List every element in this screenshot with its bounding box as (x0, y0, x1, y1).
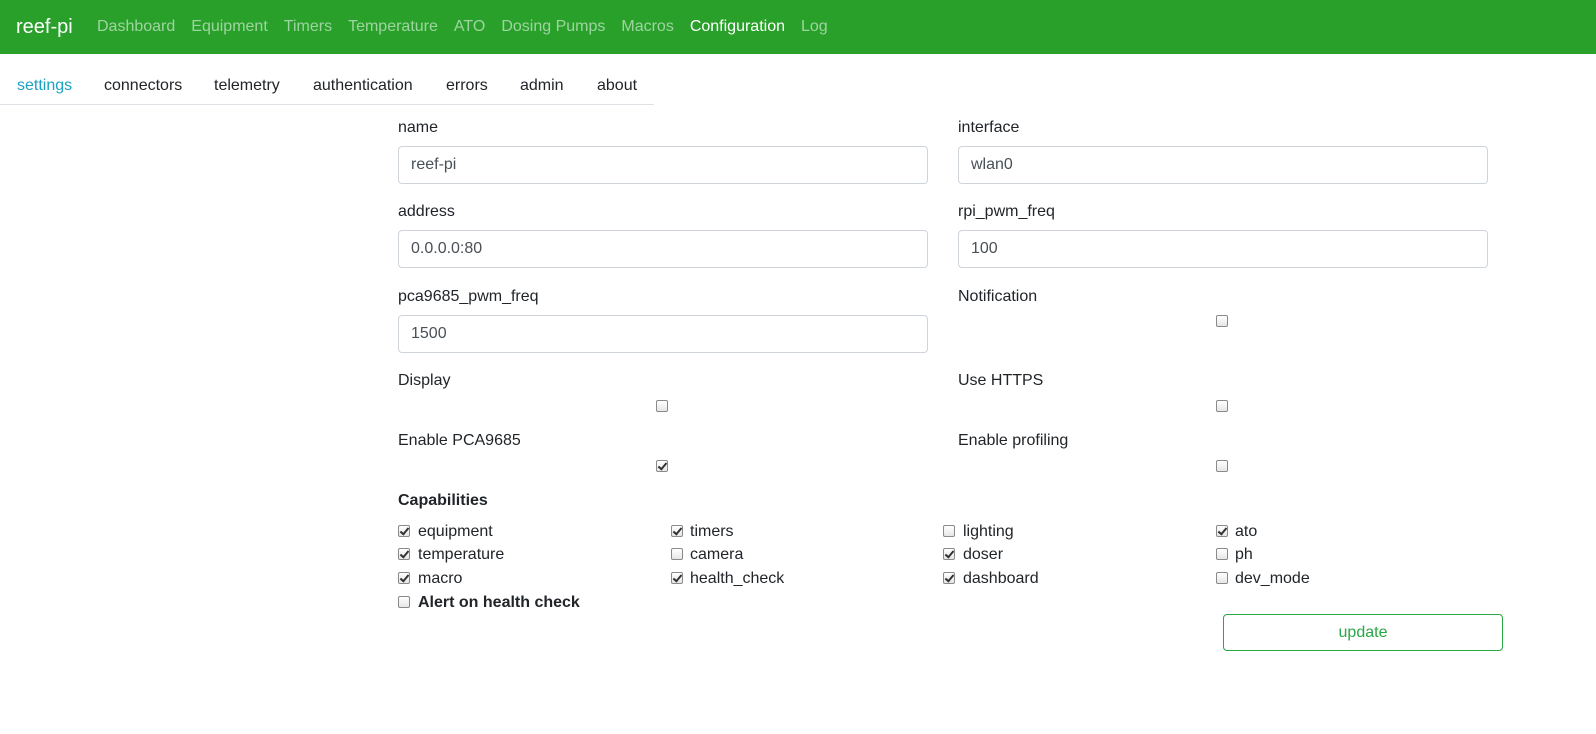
nav-macros[interactable]: Macros (621, 17, 673, 37)
update-button[interactable]: update (1223, 614, 1503, 651)
enable-profiling-checkbox[interactable] (1216, 460, 1228, 472)
pca9685-pwm-freq-label: pca9685_pwm_freq (398, 288, 539, 305)
capability-macro-label[interactable]: macro (418, 569, 462, 589)
address-input[interactable] (398, 230, 928, 268)
capability-health-check-checkbox[interactable] (671, 572, 683, 584)
tab-settings[interactable]: settings (17, 76, 72, 96)
alert-health-check-label[interactable]: Alert on health check (418, 593, 580, 613)
capability-temperature-checkbox[interactable] (398, 548, 410, 560)
interface-label: interface (958, 119, 1020, 136)
nav-configuration[interactable]: Configuration (690, 17, 785, 37)
use-https-checkbox[interactable] (1216, 400, 1228, 412)
capability-lighting-checkbox[interactable] (943, 525, 955, 537)
nav-timers[interactable]: Timers (284, 17, 332, 37)
brand-logo[interactable]: reef-pi (16, 15, 73, 39)
name-label: name (398, 119, 439, 136)
display-label: Display (398, 372, 451, 389)
capability-health-check-label[interactable]: health_check (690, 569, 784, 589)
capability-equipment-checkbox[interactable] (398, 525, 410, 537)
capability-ato-checkbox[interactable] (1216, 525, 1228, 537)
tab-telemetry[interactable]: telemetry (214, 76, 280, 96)
nav-log[interactable]: Log (801, 17, 828, 37)
tab-connectors[interactable]: connectors (104, 76, 182, 96)
capability-ph-label[interactable]: ph (1235, 545, 1253, 565)
top-navbar: reef-pi Dashboard Equipment Timers Tempe… (0, 0, 1596, 54)
capability-temperature-label[interactable]: temperature (418, 545, 504, 565)
nav-dashboard[interactable]: Dashboard (97, 17, 175, 37)
tab-about[interactable]: about (597, 76, 637, 96)
capability-doser-checkbox[interactable] (943, 548, 955, 560)
alert-health-check-checkbox[interactable] (398, 596, 410, 608)
enable-pca9685-label: Enable PCA9685 (398, 432, 521, 449)
capability-ato-label[interactable]: ato (1235, 522, 1257, 542)
interface-input[interactable] (958, 146, 1488, 184)
tab-authentication[interactable]: authentication (313, 76, 413, 96)
display-checkbox[interactable] (656, 400, 668, 412)
capability-dev-mode-label[interactable]: dev_mode (1235, 569, 1310, 589)
nav-links: Dashboard Equipment Timers Temperature A… (97, 17, 844, 37)
capability-camera-checkbox[interactable] (671, 548, 683, 560)
enable-pca9685-checkbox[interactable] (656, 460, 668, 472)
nav-dosing-pumps[interactable]: Dosing Pumps (501, 17, 605, 37)
tab-errors[interactable]: errors (446, 76, 488, 96)
capability-ph-checkbox[interactable] (1216, 548, 1228, 560)
nav-equipment[interactable]: Equipment (191, 17, 268, 37)
capability-dashboard-checkbox[interactable] (943, 572, 955, 584)
rpi-pwm-freq-label: rpi_pwm_freq (958, 203, 1055, 220)
pca9685-pwm-freq-input[interactable] (398, 315, 928, 353)
tab-admin[interactable]: admin (520, 76, 564, 96)
capability-camera-label[interactable]: camera (690, 545, 743, 565)
nav-ato[interactable]: ATO (454, 17, 485, 37)
notification-label: Notification (958, 288, 1038, 305)
notification-checkbox[interactable] (1216, 315, 1228, 327)
capability-dashboard-label[interactable]: dashboard (963, 569, 1039, 589)
name-input[interactable] (398, 146, 928, 184)
capability-doser-label[interactable]: doser (963, 545, 1003, 565)
capability-macro-checkbox[interactable] (398, 572, 410, 584)
capability-timers-label[interactable]: timers (690, 522, 734, 542)
capability-equipment-label[interactable]: equipment (418, 522, 493, 542)
config-tabs: settings connectors telemetry authentica… (0, 64, 654, 105)
rpi-pwm-freq-input[interactable] (958, 230, 1488, 268)
capability-timers-checkbox[interactable] (671, 525, 683, 537)
address-label: address (398, 203, 455, 220)
capability-dev-mode-checkbox[interactable] (1216, 572, 1228, 584)
nav-temperature[interactable]: Temperature (348, 17, 438, 37)
use-https-label: Use HTTPS (958, 372, 1044, 389)
capability-lighting-label[interactable]: lighting (963, 522, 1014, 542)
enable-profiling-label: Enable profiling (958, 432, 1069, 449)
capabilities-heading: Capabilities (398, 492, 488, 509)
